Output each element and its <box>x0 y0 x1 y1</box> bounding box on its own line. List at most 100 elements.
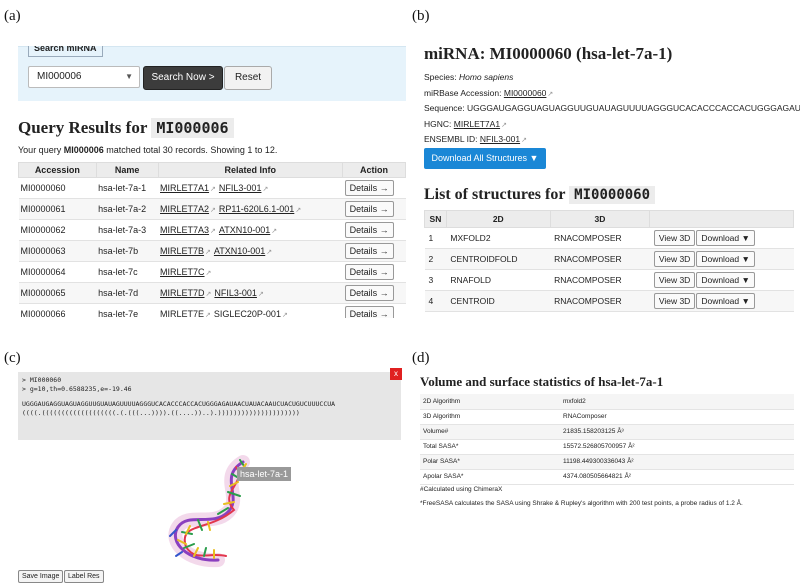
download-all-button[interactable]: Download All Structures ▼ <box>424 148 546 169</box>
view-3d-button[interactable]: View 3D <box>653 251 696 267</box>
cell-accession: MI0000064 <box>18 261 97 283</box>
accession-link[interactable]: MI0000060 <box>504 88 547 98</box>
cell-name: hsa-let-7e <box>96 303 159 318</box>
details-button[interactable]: Details → <box>344 264 394 280</box>
panel-label-d: (d) <box>412 350 430 366</box>
related-info-link[interactable]: MIRLET7D <box>160 288 205 298</box>
search-now-button[interactable]: Search Now > <box>143 66 223 90</box>
download-button[interactable]: Download ▼ <box>696 230 755 246</box>
external-link-icon: ↗ <box>501 122 507 129</box>
results-title: Query Results for MI000006 <box>18 118 234 138</box>
external-link-icon: ↗ <box>210 207 216 214</box>
cell-actions: View 3D Download ▼ <box>649 248 794 270</box>
cell-sn: 1 <box>424 227 447 249</box>
external-link-icon: ↗ <box>281 312 288 318</box>
view-3d-button[interactable]: View 3D <box>653 293 696 309</box>
cell-accession: MI0000060 <box>18 177 97 199</box>
species-line: Species: Homo sapiens <box>424 72 513 82</box>
details-button[interactable]: Details → <box>344 306 394 318</box>
structures-title: List of structures for MI0000060 <box>424 186 656 204</box>
col-actions <box>649 210 794 228</box>
cell-related-info: MIRLET7A2↗ RP11-620L6.1-001↗ <box>158 198 343 220</box>
cell-accession: MI0000063 <box>18 240 97 262</box>
stat-value: 4374.080505664821 Å² <box>560 469 794 485</box>
cell-3d: RNACOMPOSER <box>550 269 650 291</box>
col-related-info: Related Info <box>157 162 344 178</box>
cell-actions: View 3D Download ▼ <box>649 269 794 291</box>
details-button[interactable]: Details → <box>344 201 394 217</box>
mirna-title: miRNA: MI0000060 (hsa-let-7a-1) <box>424 44 673 63</box>
save-image-button[interactable]: Save Image <box>18 570 64 583</box>
view-3d-button[interactable]: View 3D <box>653 272 696 288</box>
cell-related-info: MIRLET7A3↗ ATXN10-001↗ <box>158 219 343 241</box>
table-row: MI0000064 hsa-let-7c MIRLET7C↗ Details → <box>18 261 406 283</box>
download-button[interactable]: Download ▼ <box>696 251 755 267</box>
structures-id-chip: MI0000060 <box>569 186 656 204</box>
accession-label: miRBase Accession: <box>424 88 502 98</box>
col-2d: 2D <box>445 210 551 228</box>
download-button[interactable]: Download ▼ <box>696 272 755 288</box>
download-button[interactable]: Download ▼ <box>696 293 755 309</box>
related-info-link[interactable]: NFIL3-001 <box>214 288 257 298</box>
ensembl-label: ENSEMBL ID: <box>424 134 478 144</box>
search-legend: Search miRNA <box>28 46 103 57</box>
table-row: MI0000066 hsa-let-7e MIRLET7E↗ SIGLEC20P-00… <box>18 303 406 318</box>
results-table: Accession Name Related Info Action MI000… <box>18 162 406 318</box>
volume-table: 2D Algorithm mxfold2 3D Algorithm RNACompos… <box>420 394 794 485</box>
external-link-icon: ↗ <box>257 291 264 298</box>
cell-related-info: MIRLET7B↗ ATXN10-001↗ <box>158 240 343 262</box>
external-link-icon: ↗ <box>521 137 527 144</box>
details-button[interactable]: Details → <box>344 243 394 259</box>
cell-actions: View 3D Download ▼ <box>649 227 794 249</box>
volume-note-freesasa: *FreeSASA calculates the SASA using Shra… <box>420 500 743 507</box>
related-info-link[interactable]: ATXN10-001 <box>214 246 265 256</box>
cell-3d: RNACOMPOSER <box>550 248 650 270</box>
reset-button[interactable]: Reset <box>224 66 272 90</box>
summary-query: MI000006 <box>63 145 104 155</box>
related-info-link[interactable]: MIRLET7E <box>160 309 204 318</box>
close-icon[interactable]: x <box>390 368 402 380</box>
species-label: Species: <box>424 72 457 82</box>
hgnc-line: HGNC: MIRLET7A1↗ <box>424 119 510 129</box>
related-info-link[interactable]: ATXN10-001 <box>219 225 270 235</box>
search-select[interactable]: MI000006 ▼ <box>28 66 140 88</box>
cell-3d: RNACOMPOSER <box>550 290 650 312</box>
cell-action: Details → <box>342 177 406 199</box>
stat-value: RNAComposer <box>560 409 794 425</box>
panel-label-b: (b) <box>412 8 430 24</box>
hgnc-link[interactable]: MIRLET7A1 <box>454 119 500 129</box>
details-button[interactable]: Details → <box>344 285 394 301</box>
cell-sn: 3 <box>424 269 447 291</box>
cell-accession: MI0000062 <box>18 219 97 241</box>
results-summary: Your query MI000006 matched total 30 rec… <box>18 145 277 155</box>
table-row: MI0000061 hsa-let-7a-2 MIRLET7A2↗ RP11-620L… <box>18 198 406 220</box>
details-button[interactable]: Details → <box>344 222 394 238</box>
stat-value: 15572.526805700957 Å² <box>560 439 794 455</box>
console-dotbracket: ((((.(((((((((((((((((((.(.(((...)))).((… <box>22 409 300 417</box>
ensembl-link[interactable]: NFIL3-001 <box>480 134 520 144</box>
cell-related-info: MIRLET7A1↗ NFIL3-001↗ <box>158 177 343 199</box>
fold-output-console: > MI000060 > g=10,th=0.6588235,e=-19.46 … <box>18 372 401 440</box>
external-link-icon: ↗ <box>205 249 211 256</box>
table-row: MI0000062 hsa-let-7a-3 MIRLET7A3↗ ATXN10-00… <box>18 219 406 241</box>
search-box: Search miRNA MI000006 ▼ Search Now > Res… <box>18 46 406 101</box>
related-info-link[interactable]: RP11-620L6.1-001 <box>219 204 294 214</box>
sequence-value: UGGGAUGAGGUAGUAGGUUGUAUAGUUUUAGGGUCACACC… <box>467 103 800 113</box>
view-3d-button[interactable]: View 3D <box>653 230 696 246</box>
details-button[interactable]: Details → <box>344 180 394 196</box>
related-info-link[interactable]: MIRLET7C <box>160 267 205 277</box>
label-res-button[interactable]: Label Res <box>64 570 104 583</box>
related-info-link[interactable]: MIRLET7A1 <box>160 183 209 193</box>
related-info-link[interactable]: NFIL3-001 <box>219 183 262 193</box>
related-info-link[interactable]: MIRLET7A2 <box>160 204 209 214</box>
related-info-link[interactable]: MIRLET7A3 <box>160 225 209 235</box>
table-row: Volume# 21835.158203125 Å³ <box>420 424 794 440</box>
related-info-link[interactable]: SIGLEC20P-001 <box>214 309 281 318</box>
structures-title-prefix: List of structures for <box>424 186 566 203</box>
cell-accession: MI0000065 <box>18 282 97 304</box>
table-row: Polar SASA* 11198.449300336043 Å² <box>420 454 794 470</box>
stat-key: Total SASA* <box>420 439 560 455</box>
cell-related-info: MIRLET7D↗ NFIL3-001↗ <box>158 282 343 304</box>
related-info-link[interactable]: MIRLET7B <box>160 246 204 256</box>
external-link-icon: ↗ <box>205 291 212 298</box>
